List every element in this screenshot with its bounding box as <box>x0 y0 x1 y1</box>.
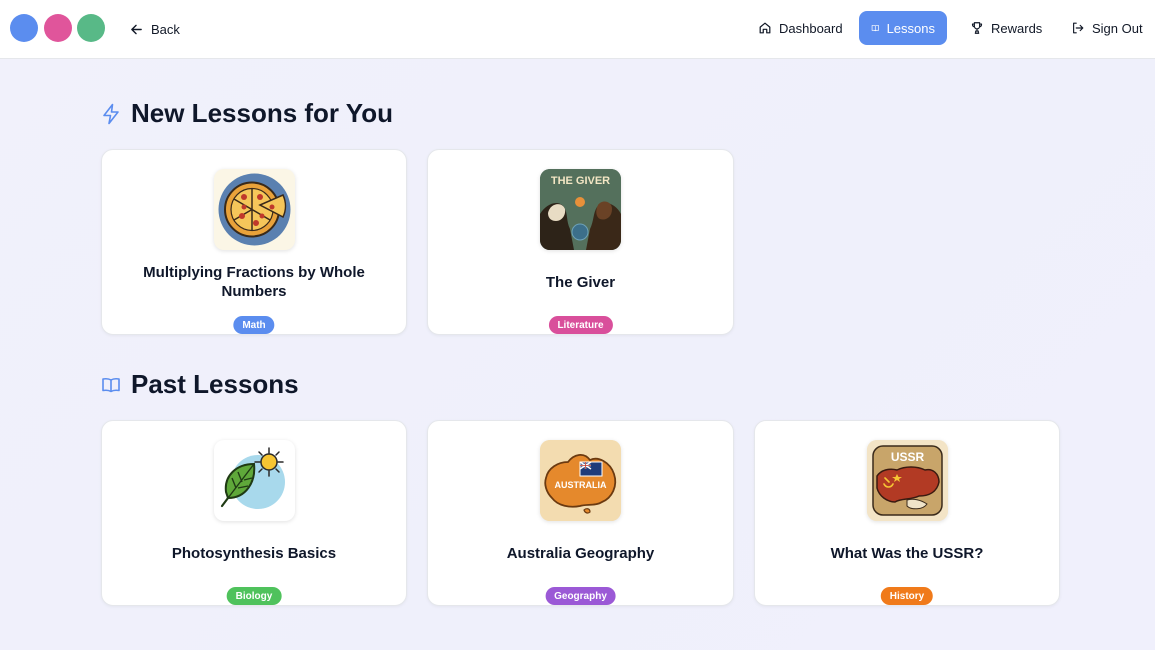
sign-out-icon <box>1073 22 1084 34</box>
back-button[interactable]: Back <box>130 19 180 39</box>
trophy-icon <box>971 22 983 34</box>
new-lessons-heading: New Lessons for You <box>101 98 393 129</box>
arrow-left-icon <box>131 24 142 34</box>
lesson-card-the-giver[interactable]: THE GIVER The Giver Literature <box>427 149 734 335</box>
new-lessons-title: New Lessons for You <box>131 98 393 128</box>
window-dot-blue <box>10 14 38 42</box>
pizza-icon <box>214 169 295 250</box>
subject-tag: Geography <box>545 587 616 605</box>
leaf-sun-icon <box>214 440 295 521</box>
window-dot-green <box>77 14 105 42</box>
book-icon <box>871 24 879 32</box>
ussr-map-label: USSR <box>891 450 925 464</box>
lesson-title: Multiplying Fractions by Whole Numbers <box>143 264 365 300</box>
lightning-icon <box>103 103 119 124</box>
subject-tag: Literature <box>548 316 613 334</box>
home-icon <box>759 22 771 34</box>
nav-rewards[interactable]: Rewards <box>958 11 1054 45</box>
lesson-card-ussr[interactable]: USSR What Was the USSR? History <box>754 420 1060 606</box>
nav-lessons-label: Lessons <box>886 20 935 36</box>
top-bar: Back Dashboard Lessons Rewards Sign Out <box>0 0 1155 59</box>
nav-sign-out-label: Sign Out <box>1092 20 1143 36</box>
nav-sign-out[interactable]: Sign Out <box>1059 11 1155 45</box>
nav-dashboard[interactable]: Dashboard <box>746 11 855 45</box>
nav-lessons[interactable]: Lessons <box>859 11 947 45</box>
lesson-card-australia[interactable]: AUSTRALIA Australia Geography Geography <box>427 420 734 606</box>
nav-rewards-label: Rewards <box>991 20 1043 36</box>
australia-map-label: AUSTRALIA <box>555 480 607 490</box>
lesson-title: Photosynthesis Basics <box>171 544 337 562</box>
lesson-title: The Giver <box>545 273 616 291</box>
subject-tag: Math <box>233 316 275 334</box>
back-label: Back <box>151 21 180 37</box>
ussr-map-icon: USSR <box>867 440 948 521</box>
lesson-card-photosynthesis[interactable]: Photosynthesis Basics Biology <box>101 420 407 606</box>
cover-title: THE GIVER <box>551 175 610 187</box>
nav-dashboard-label: Dashboard <box>779 20 843 36</box>
subject-tag: Biology <box>226 587 282 605</box>
window-dot-pink <box>44 14 72 42</box>
the-giver-cover: THE GIVER <box>540 169 621 250</box>
lesson-title: Australia Geography <box>506 544 655 562</box>
subject-tag: History <box>880 587 934 605</box>
australia-map-icon: AUSTRALIA <box>540 440 621 521</box>
lesson-title: What Was the USSR? <box>830 544 984 562</box>
past-lessons-title: Past Lessons <box>131 369 299 399</box>
past-lessons-heading: Past Lessons <box>101 369 299 400</box>
book-open-icon <box>102 377 120 392</box>
lesson-card-fractions[interactable]: Multiplying Fractions by Whole Numbers M… <box>101 149 407 335</box>
